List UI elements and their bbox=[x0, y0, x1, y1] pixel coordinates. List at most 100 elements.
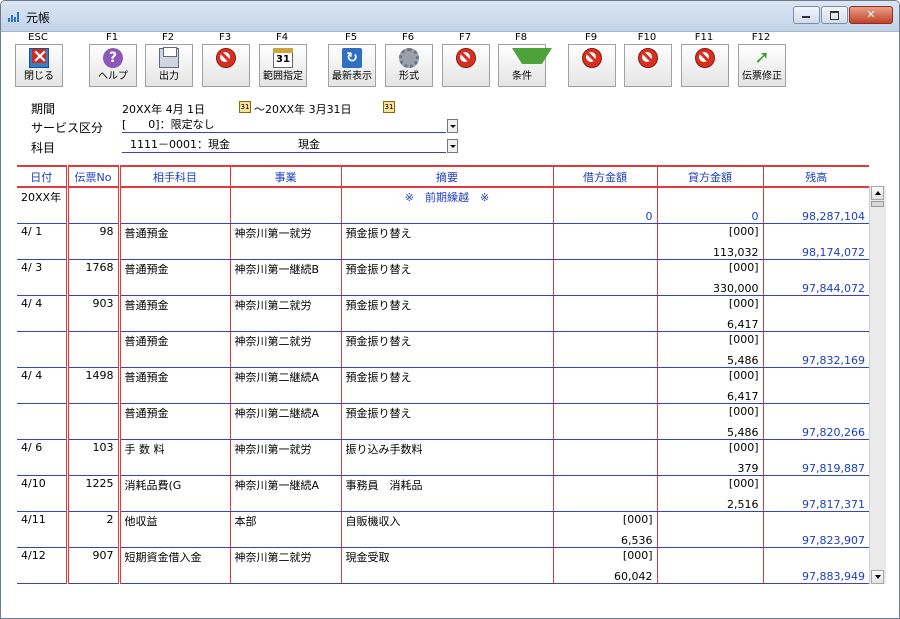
calendar-from-icon[interactable]: 31 bbox=[239, 101, 251, 113]
toolbar-f3[interactable]: F3 bbox=[200, 32, 250, 87]
cell bbox=[117, 458, 230, 476]
toolbar-f1-help[interactable]: F1 ? ヘルプ bbox=[87, 32, 137, 87]
table-row[interactable]: 4/ 4 903 普通預金 神奈川第二就労 預金振り替え [000] bbox=[17, 295, 869, 314]
account-dropdown-icon[interactable] bbox=[447, 139, 458, 153]
table-row-values[interactable]: 6,417 bbox=[17, 314, 869, 332]
col-slip-no[interactable]: 伝票No bbox=[65, 165, 119, 188]
table-row-values[interactable]: 6,417 bbox=[17, 386, 869, 404]
row-date: 4/ 3 bbox=[21, 261, 43, 274]
toolbar-f11[interactable]: F11 bbox=[679, 32, 729, 87]
scroll-thumb[interactable] bbox=[871, 201, 884, 207]
table-row[interactable]: 4/11 2 他収益 本部 自販機収入 [000] bbox=[17, 511, 869, 530]
toolbar-f10[interactable]: F10 bbox=[622, 32, 672, 87]
toolbar-esc-close[interactable]: ESC 閉じる bbox=[13, 32, 63, 87]
help-button[interactable]: ? ヘルプ bbox=[89, 44, 137, 87]
f10-button[interactable] bbox=[624, 44, 672, 87]
row-counter-account: 他収益 bbox=[117, 511, 230, 530]
toolbar-f12-slip-edit[interactable]: F12 ➚ 伝票修正 bbox=[736, 32, 786, 87]
vertical-scrollbar[interactable] bbox=[869, 186, 886, 584]
cell bbox=[65, 242, 119, 260]
period-from[interactable]: 20XX年 4月 1日 bbox=[122, 101, 205, 117]
minimize-button[interactable] bbox=[793, 6, 820, 24]
table-row[interactable]: 普通預金 神奈川第二就労 預金振り替え [000] bbox=[17, 331, 869, 350]
toolbar-f4-range[interactable]: F4 31 範囲指定 bbox=[257, 32, 307, 87]
carryover-row-values[interactable]: 0 0 98,287,104 bbox=[17, 206, 869, 224]
table-row[interactable]: 普通預金 神奈川第二継続A 預金振り替え [000] bbox=[17, 403, 869, 422]
table-row-values[interactable]: 2,516 97,817,371 bbox=[17, 494, 869, 512]
service-dropdown-icon[interactable] bbox=[447, 119, 458, 133]
toolbar-f8-condition[interactable]: F8 条件 bbox=[496, 32, 552, 87]
toolbar-f9[interactable]: F9 bbox=[566, 32, 616, 87]
fkey-label: F8 bbox=[514, 32, 528, 43]
row-slip-no: 98 bbox=[65, 223, 119, 242]
calendar-to-icon[interactable]: 31 bbox=[383, 101, 395, 113]
row-business: 神奈川第一継続A bbox=[229, 475, 341, 494]
col-balance[interactable]: 残高 bbox=[762, 165, 869, 188]
account-label: 科目 bbox=[31, 141, 56, 155]
f3-button[interactable] bbox=[202, 44, 250, 87]
cell bbox=[229, 187, 341, 206]
row-debit-amount bbox=[552, 494, 657, 512]
scroll-down-icon[interactable] bbox=[871, 570, 884, 584]
table-row-values[interactable]: 6,536 97,823,907 bbox=[17, 530, 869, 548]
button-label: 閉じる bbox=[24, 71, 54, 82]
row-date: 4/ 1 bbox=[21, 225, 43, 238]
row-description: 預金振り替え bbox=[340, 259, 553, 278]
scroll-up-icon[interactable] bbox=[871, 186, 884, 200]
toolbar-f5-refresh[interactable]: F5 ↻ 最新表示 bbox=[326, 32, 376, 87]
col-date[interactable]: 日付 bbox=[17, 165, 67, 188]
condition-button[interactable]: 条件 bbox=[498, 44, 552, 87]
slip-edit-button[interactable]: ➚ 伝票修正 bbox=[738, 44, 786, 87]
account-select[interactable]: 1111－0001：現金 現金 bbox=[122, 138, 446, 153]
row-debit-code bbox=[552, 475, 657, 494]
row-credit-code: [000] bbox=[656, 223, 763, 242]
range-button[interactable]: 31 範囲指定 bbox=[259, 44, 307, 87]
col-business[interactable]: 事業 bbox=[229, 165, 341, 188]
close-button[interactable]: 閉じる bbox=[15, 44, 63, 87]
row-debit-amount bbox=[552, 314, 657, 332]
service-select[interactable]: [ 0]：限定なし bbox=[122, 118, 446, 133]
row-counter-account: 普通預金 bbox=[117, 331, 230, 350]
row-balance: 97,832,169 bbox=[762, 350, 869, 368]
cell bbox=[17, 314, 67, 332]
carryover-row[interactable]: 20XX年 ※ 前期繰越 ※ bbox=[17, 187, 869, 206]
row-debit-amount bbox=[552, 458, 657, 476]
period-label: 期間 bbox=[31, 102, 56, 116]
row-counter-account: 普通預金 bbox=[117, 367, 230, 386]
table-row-values[interactable]: 379 97,819,887 bbox=[17, 458, 869, 476]
maximize-button[interactable] bbox=[821, 6, 848, 24]
col-credit[interactable]: 貸方金額 bbox=[656, 165, 763, 188]
table-row-values[interactable]: 60,042 97,883,949 bbox=[17, 566, 869, 584]
output-button[interactable]: 出力 bbox=[145, 44, 193, 87]
table-row-values[interactable]: 5,486 97,832,169 bbox=[17, 350, 869, 368]
f11-button[interactable] bbox=[681, 44, 729, 87]
col-description[interactable]: 摘要 bbox=[340, 165, 553, 188]
table-row[interactable]: 4/ 6 103 手 数 料神奈川第一就労 振り込み手数料 [000] bbox=[17, 439, 869, 458]
table-row-values[interactable]: 5,486 97,820,266 bbox=[17, 422, 869, 440]
format-button[interactable]: 形式 bbox=[385, 44, 433, 87]
refresh-button[interactable]: ↻ 最新表示 bbox=[328, 44, 376, 87]
table-row[interactable]: 4/ 1 98 普通預金 神奈川第一就労 預金振り替え [000] bbox=[17, 223, 869, 242]
table-row[interactable]: 4/12 907 短期資金借入金 神奈川第二就労 現金受取 [000] bbox=[17, 547, 869, 566]
col-debit[interactable]: 借方金額 bbox=[552, 165, 657, 188]
toolbar-f2-output[interactable]: F2 出力 bbox=[143, 32, 193, 87]
f7-button[interactable] bbox=[442, 44, 490, 87]
cell bbox=[340, 314, 553, 332]
row-debit-code: [000] bbox=[552, 547, 657, 566]
table-row[interactable]: 4/ 3 1768 普通預金 神奈川第一継続B 預金振り替え [000] bbox=[17, 259, 869, 278]
refresh-icon: ↻ bbox=[342, 48, 362, 68]
fkey-label: F1 bbox=[105, 32, 119, 43]
row-balance bbox=[762, 314, 869, 332]
close-window-button[interactable]: ✕ bbox=[849, 6, 893, 24]
col-counter-account[interactable]: 相手科目 bbox=[117, 165, 230, 188]
table-row[interactable]: 4/10 1225 消耗品費(G 神奈川第一継続A 事務員 消耗品 [000] bbox=[17, 475, 869, 494]
toolbar-f7[interactable]: F7 bbox=[440, 32, 490, 87]
table-row-values[interactable]: 113,032 98,174,072 bbox=[17, 242, 869, 260]
period-to[interactable]: ～20XX年 3月31日 bbox=[254, 101, 352, 117]
toolbar-f6-format[interactable]: F6 形式 bbox=[383, 32, 433, 87]
table-row[interactable]: 4/ 4 1498 普通預金 神奈川第二継続A 預金振り替え [000] bbox=[17, 367, 869, 386]
button-label: ヘルプ bbox=[98, 71, 128, 82]
f9-button[interactable] bbox=[568, 44, 616, 87]
table-row-values[interactable]: 330,000 97,844,072 bbox=[17, 278, 869, 296]
fkey-label: F3 bbox=[218, 32, 232, 43]
